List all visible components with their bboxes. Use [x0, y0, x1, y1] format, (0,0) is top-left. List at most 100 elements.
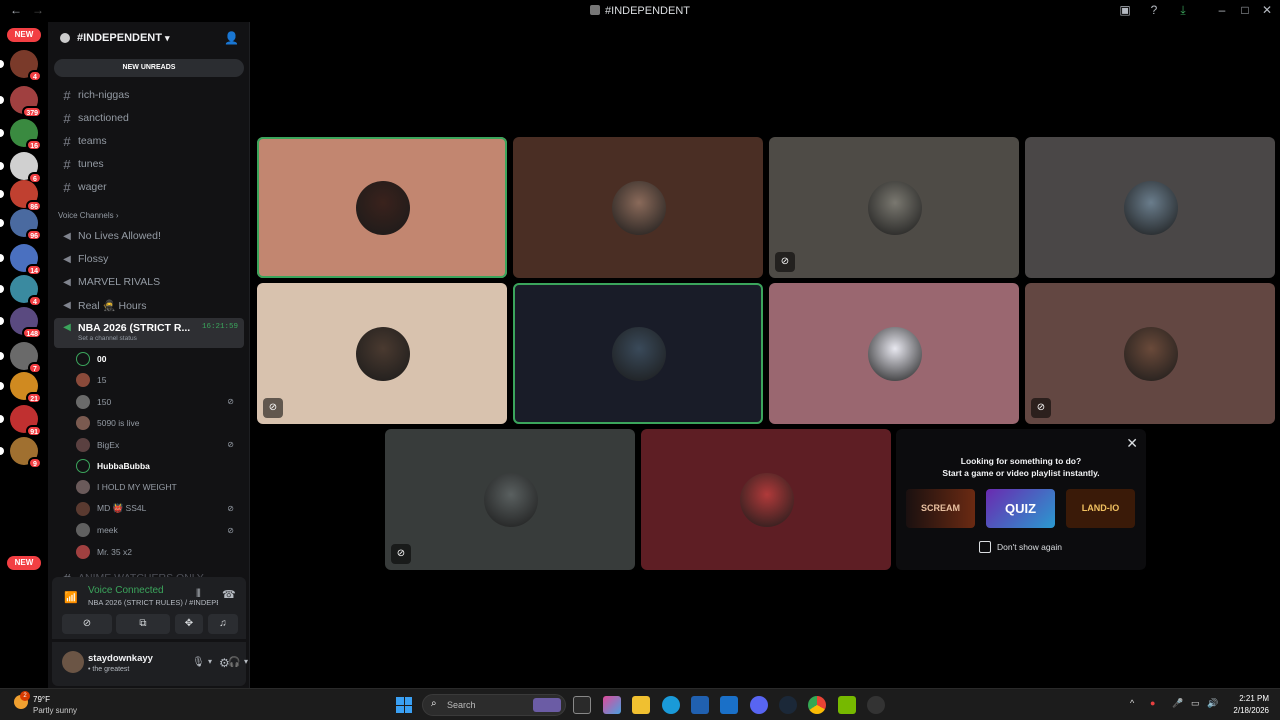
show-hidden-icons[interactable]: ^ [1130, 698, 1134, 708]
obs-icon[interactable] [867, 696, 885, 714]
voice-channel[interactable]: ◀ No Lives Allowed! [54, 226, 244, 246]
voice-member[interactable]: I HOLD MY WEIGHT [76, 478, 238, 496]
screen-share-button[interactable]: ⧉ [116, 614, 170, 634]
chrome-icon[interactable] [808, 696, 826, 714]
voice-member[interactable]: Mr. 35 x2 [76, 543, 238, 561]
outlook-icon[interactable] [720, 696, 738, 714]
participant-tile[interactable]: ⊘ [1025, 283, 1275, 424]
participant-tile[interactable] [257, 137, 507, 278]
clock-date[interactable]: 2/18/2026 [1225, 706, 1269, 715]
noise-suppression-icon[interactable]: ⦀ [196, 588, 201, 601]
voice-member[interactable]: 00 [76, 350, 238, 368]
user-avatar[interactable] [62, 651, 84, 673]
server-icon[interactable]: 4 [10, 275, 42, 307]
server-icon[interactable]: 21 [10, 372, 42, 404]
headphone-options-chevron-icon[interactable]: ▾ [244, 657, 248, 666]
discord-icon[interactable] [750, 696, 768, 714]
steam-icon[interactable] [779, 696, 797, 714]
download-icon[interactable]: ⤓ [1175, 3, 1191, 18]
volume-icon[interactable]: 🔊 [1207, 698, 1218, 709]
signal-icon[interactable]: 📶 [64, 591, 78, 604]
server-icon[interactable]: 379 [10, 86, 42, 118]
participant-tile[interactable] [769, 283, 1019, 424]
close-icon[interactable]: ✕ [1126, 435, 1138, 452]
server-icon[interactable]: 14 [10, 244, 42, 276]
server-icon[interactable]: 91 [10, 405, 42, 437]
voice-channel[interactable]: ◀ Flossy [54, 249, 244, 269]
server-icon[interactable]: 7 [10, 342, 42, 374]
voice-channels-header[interactable]: Voice Channels › [58, 211, 118, 220]
text-channel[interactable]: # rich-niggas [54, 85, 244, 105]
tray-display-icon[interactable]: ▭ [1191, 698, 1200, 709]
participant-tile[interactable] [513, 283, 763, 424]
copilot-icon[interactable] [603, 696, 621, 714]
server-icon[interactable]: 9 [10, 437, 42, 469]
voice-member[interactable]: meek ⊘ [76, 521, 238, 539]
activity-card-land-io[interactable]: LAND-IO [1066, 489, 1135, 528]
store-icon[interactable] [691, 696, 709, 714]
server-icon[interactable]: 6 [10, 152, 42, 184]
weather-condition[interactable]: Partly sunny [33, 706, 77, 715]
server-icon[interactable]: 96 [10, 209, 42, 241]
participant-tile[interactable]: ⊘ [769, 137, 1019, 278]
voice-channel[interactable]: ◀ Real 🥷 Hours [54, 295, 244, 315]
microphone-icon[interactable]: 🎙 [192, 657, 205, 668]
task-view-icon[interactable] [573, 696, 591, 714]
activities-button[interactable]: ✥ [175, 614, 203, 634]
taskbar-search[interactable]: ⌕ Search [422, 694, 566, 716]
guild-header[interactable]: #INDEPENDENT ▾ 👤 [48, 22, 249, 54]
server-icon[interactable]: 4 [10, 50, 42, 82]
text-channel[interactable]: # teams [54, 131, 244, 151]
server-icon[interactable]: 86 [10, 180, 42, 212]
disconnect-icon[interactable]: ☎ [222, 588, 236, 601]
tray-mic-icon[interactable]: 🎤 [1172, 698, 1183, 709]
soundboard-button[interactable]: ♫ [208, 614, 238, 634]
close-window-icon[interactable]: ✕ [1259, 3, 1275, 17]
activity-card-quiz[interactable]: QUIZ [986, 489, 1055, 528]
participant-tile[interactable]: ⊘ [385, 429, 635, 570]
user-settings-icon[interactable]: ⚙ [219, 656, 230, 670]
start-button[interactable] [396, 697, 412, 713]
minimize-icon[interactable]: – [1214, 3, 1230, 17]
voice-member[interactable]: HubbaBubba [76, 457, 238, 475]
text-channel[interactable]: # wager [54, 177, 244, 197]
voice-member[interactable]: 150 ⊘ [76, 393, 238, 411]
channel-status[interactable]: Set a channel status [78, 335, 137, 342]
voice-member[interactable]: 5090 is live [76, 414, 238, 432]
tray-app-icon[interactable]: ● [1150, 698, 1155, 708]
server-icon[interactable]: 148 [10, 307, 42, 339]
participant-tile[interactable] [513, 137, 763, 278]
new-unreads-bar[interactable]: NEW UNREADS [54, 59, 244, 77]
headphones-icon[interactable]: 🎧 [228, 657, 240, 668]
username[interactable]: staydownkayy [88, 653, 153, 664]
nvidia-icon[interactable] [838, 696, 856, 714]
edge-icon[interactable] [662, 696, 680, 714]
help-icon[interactable]: ? [1146, 3, 1162, 17]
participant-tile[interactable]: ⊘ [257, 283, 507, 424]
mic-options-chevron-icon[interactable]: ▾ [208, 657, 212, 666]
voice-status[interactable]: Voice Connected [88, 585, 164, 596]
dont-show-again-checkbox[interactable] [979, 541, 991, 553]
camera-button[interactable]: ⊘ [62, 614, 112, 634]
invite-people-icon[interactable]: 👤 [224, 31, 239, 45]
participant-tile[interactable] [641, 429, 891, 570]
inbox-icon[interactable]: ▣ [1117, 3, 1133, 17]
maximize-icon[interactable]: □ [1237, 3, 1253, 17]
participant-tile[interactable] [1025, 137, 1275, 278]
activity-card-scream[interactable]: SCREAM [906, 489, 975, 528]
voice-member[interactable]: MD 👹 SS4L ⊘ [76, 500, 238, 518]
clock-time[interactable]: 2:21 PM [1225, 694, 1269, 703]
new-pill[interactable]: NEW [7, 28, 41, 42]
voice-channel[interactable]: ◀ MARVEL RIVALS [54, 272, 244, 292]
weather-temp[interactable]: 79°F [33, 695, 50, 704]
text-channel[interactable]: # tunes [54, 154, 244, 174]
text-channel[interactable]: # sanctioned [54, 108, 244, 128]
voice-member[interactable]: 15 [76, 371, 238, 389]
voice-member[interactable]: BigEx ⊘ [76, 436, 238, 454]
active-voice-channel[interactable]: ◀ NBA 2026 (STRICT R... 16:21:59 Set a c… [54, 318, 244, 348]
unread-pill [0, 60, 4, 68]
server-icon[interactable]: 16 [10, 119, 42, 151]
file-explorer-icon[interactable] [632, 696, 650, 714]
new-pill-bottom[interactable]: NEW [7, 556, 41, 570]
dont-show-again-label[interactable]: Don't show again [997, 542, 1062, 552]
